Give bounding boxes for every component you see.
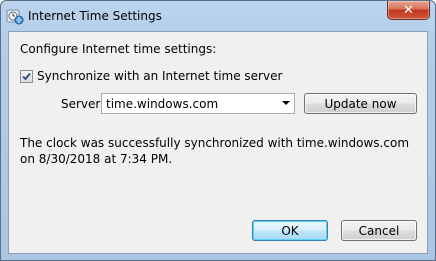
cancel-button[interactable]: Cancel	[341, 220, 417, 241]
title-bar[interactable]: Internet Time Settings ✕	[1, 1, 435, 31]
server-combobox[interactable]: time.windows.com	[101, 93, 295, 114]
window-title: Internet Time Settings	[28, 9, 162, 23]
ok-button[interactable]: OK	[252, 220, 328, 241]
section-heading: Configure Internet time settings:	[20, 42, 217, 56]
chevron-down-icon[interactable]	[278, 94, 294, 113]
close-button[interactable]: ✕	[387, 1, 430, 20]
close-icon: ✕	[403, 2, 414, 18]
clock-globe-icon	[6, 7, 24, 25]
sync-option[interactable]: Synchronize with an Internet time server	[20, 69, 282, 83]
server-label: Server:	[61, 97, 105, 111]
dialog-window: Internet Time Settings ✕ Configure Inter…	[0, 0, 436, 261]
sync-checkbox[interactable]	[20, 69, 33, 83]
update-now-button[interactable]: Update now	[304, 93, 417, 114]
server-value[interactable]: time.windows.com	[102, 97, 278, 111]
dialog-body: Configure Internet time settings: Synchr…	[8, 31, 428, 254]
sync-status-message: The clock was successfully synchronized …	[20, 136, 410, 166]
sync-checkbox-label: Synchronize with an Internet time server	[37, 69, 283, 83]
checkmark-icon	[22, 72, 31, 80]
